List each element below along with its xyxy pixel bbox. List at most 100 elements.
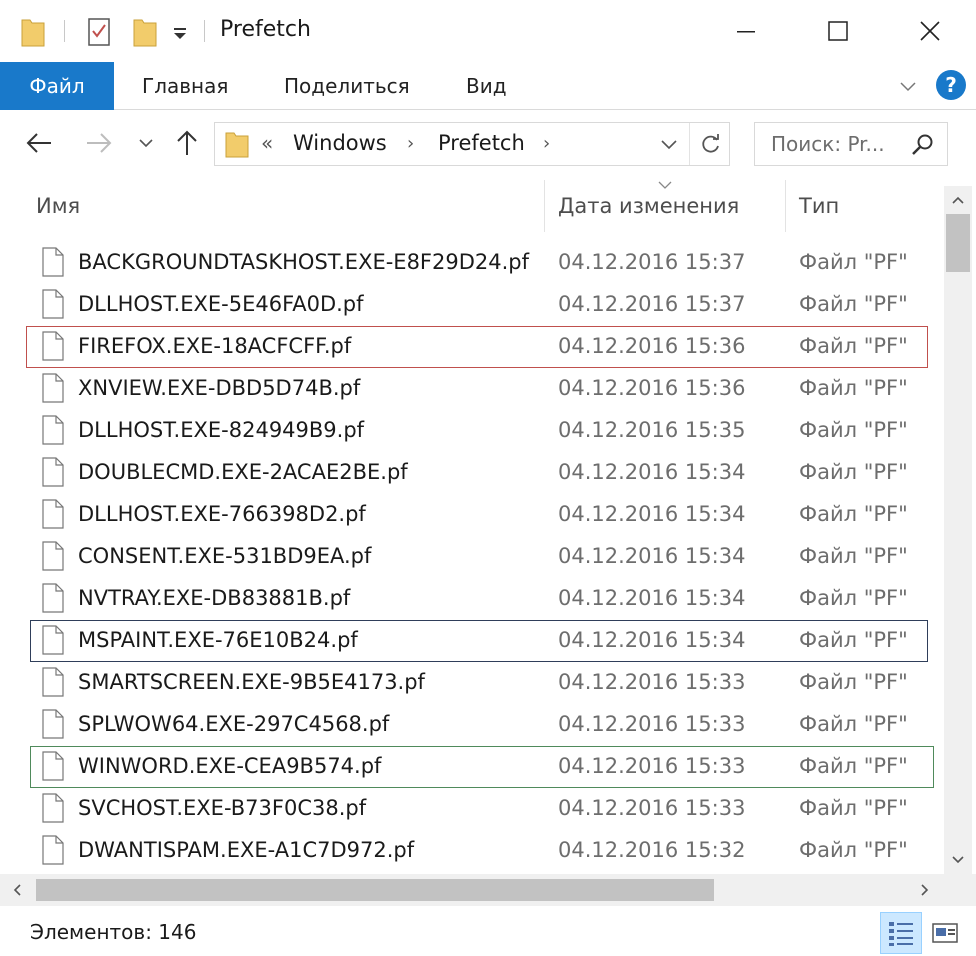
properties-icon[interactable] [86,16,112,48]
help-button[interactable]: ? [936,70,966,100]
column-header-date[interactable]: Дата изменения [558,194,739,218]
minimize-button[interactable] [700,0,792,62]
file-name[interactable]: NVTRAY.EXE-DB83881B.pf [78,586,350,610]
column-header-name[interactable]: Имя [36,194,80,218]
file-name[interactable]: SPLWOW64.EXE-297C4568.pf [78,712,389,736]
file-row[interactable]: CONSENT.EXE-531BD9EA.pf 04.12.2016 15:34 Ф… [0,536,944,578]
maximize-icon [828,21,848,41]
file-row[interactable]: DWANTISPAM.EXE-A1C7D972.pf 04.12.2016 15:… [0,830,944,872]
horizontal-scroll-thumb[interactable] [36,879,714,901]
file-name[interactable]: DOUBLECMD.EXE-2ACAE2BE.pf [78,460,408,484]
file-name[interactable]: WINWORD.EXE-CEA9B574.pf [78,754,381,778]
scroll-up-button[interactable] [944,186,972,214]
file-name[interactable]: FIREFOX.EXE-18ACFCFF.pf [78,334,351,358]
minimize-icon [737,31,755,33]
file-name[interactable]: DLLHOST.EXE-824949B9.pf [78,418,364,442]
file-row[interactable]: MSPAINT.EXE-76E10B24.pf 04.12.2016 15:34 Ф… [0,620,944,662]
file-row[interactable]: DOUBLECMD.EXE-2ACAE2BE.pf 04.12.2016 15:3… [0,452,944,494]
search-icon[interactable] [911,133,935,157]
maximize-button[interactable] [792,0,884,62]
chevron-down-icon [139,139,153,148]
file-row[interactable]: SMARTSCREEN.EXE-9B5E4173.pf 04.12.2016 15… [0,662,944,704]
file-row[interactable]: SPLWOW64.EXE-297C4568.pf 04.12.2016 15:33… [0,704,944,746]
file-row[interactable]: DLLHOST.EXE-5E46FA0D.pf 04.12.2016 15:37 Ф… [0,284,944,326]
details-view-button[interactable] [880,912,922,954]
file-row[interactable]: DLLHOST.EXE-824949B9.pf 04.12.2016 15:35 Ф… [0,410,944,452]
tab-home[interactable]: Главная [142,74,228,98]
file-type: Файл "PF" [799,460,908,484]
file-row[interactable]: NVTRAY.EXE-DB83881B.pf 04.12.2016 15:34 Фа… [0,578,944,620]
breadcrumb-prefetch[interactable]: Prefetch [438,131,525,155]
new-folder-icon[interactable] [132,16,158,48]
file-date-modified: 04.12.2016 15:34 [558,586,746,610]
chevron-left-icon [13,884,21,896]
column-header-type[interactable]: Тип [799,194,839,218]
expand-ribbon-icon[interactable] [898,76,918,96]
title-bar: Prefetch [0,0,976,62]
chevron-up-icon [952,196,964,204]
tab-view[interactable]: Вид [466,74,507,98]
file-date-modified: 04.12.2016 15:37 [558,250,746,274]
file-date-modified: 04.12.2016 15:34 [558,502,746,526]
forward-button[interactable] [82,126,116,160]
column-divider[interactable] [785,180,786,232]
file-name[interactable]: XNVIEW.EXE-DBD5D74B.pf [78,376,360,400]
customize-toolbar-icon[interactable] [170,16,190,48]
file-name[interactable]: DLLHOST.EXE-766398D2.pf [78,502,366,526]
vertical-scrollbar[interactable] [944,186,972,874]
breadcrumb-separator[interactable]: › [543,133,550,154]
address-bar[interactable]: « Windows › Prefetch › [214,122,730,166]
scroll-down-button[interactable] [944,846,972,874]
file-row[interactable]: BACKGROUNDTASKHOST.EXE-E8F29D24.pf 04.12.… [0,242,944,284]
breadcrumb-windows[interactable]: Windows [293,131,387,155]
forward-arrow-icon [87,133,112,153]
scroll-left-button[interactable] [0,874,34,906]
refresh-button[interactable] [689,123,731,165]
up-button[interactable] [170,126,204,160]
tab-file[interactable]: Файл [0,62,114,110]
file-icon [42,331,64,361]
file-date-modified: 04.12.2016 15:33 [558,712,746,736]
navigation-bar: « Windows › Prefetch › Поиск: Pr... [0,110,976,176]
file-row[interactable]: FIREFOX.EXE-18ACFCFF.pf 04.12.2016 15:36 Ф… [0,326,944,368]
details-view-icon [889,922,913,946]
breadcrumb-separator[interactable]: › [407,133,414,154]
search-input[interactable]: Поиск: Pr... [754,122,948,166]
large-icons-view-button[interactable] [924,912,966,954]
column-divider[interactable] [544,180,545,232]
chevron-down-icon [952,856,964,864]
close-button[interactable] [884,0,976,62]
address-history-dropdown[interactable] [657,132,681,156]
file-name[interactable]: SMARTSCREEN.EXE-9B5E4173.pf [78,670,425,694]
scrollbar-corner [944,874,976,906]
refresh-icon [701,134,719,153]
folder-icon[interactable] [20,16,46,48]
file-name[interactable]: BACKGROUNDTASKHOST.EXE-E8F29D24.pf [78,250,529,274]
file-icon [42,415,64,445]
horizontal-scrollbar[interactable] [0,874,944,906]
tab-share[interactable]: Поделиться [284,74,410,98]
file-name[interactable]: DLLHOST.EXE-5E46FA0D.pf [78,292,364,316]
file-name[interactable]: MSPAINT.EXE-76E10B24.pf [78,628,358,652]
file-row[interactable]: WINWORD.EXE-CEA9B574.pf 04.12.2016 15:33 Ф… [0,746,944,788]
file-icon [42,499,64,529]
overflow-crumbs[interactable]: « [261,131,273,155]
file-row[interactable]: DLLHOST.EXE-766398D2.pf 04.12.2016 15:34 Ф… [0,494,944,536]
file-type: Файл "PF" [799,544,908,568]
file-type: Файл "PF" [799,418,908,442]
file-date-modified: 04.12.2016 15:34 [558,628,746,652]
file-name[interactable]: SVCHOST.EXE-B73F0C38.pf [78,796,366,820]
scroll-right-button[interactable] [908,874,942,906]
back-button[interactable] [22,126,56,160]
file-row[interactable]: SVCHOST.EXE-B73F0C38.pf 04.12.2016 15:33 Ф… [0,788,944,830]
vertical-scroll-thumb[interactable] [946,214,970,272]
file-type: Файл "PF" [799,250,908,274]
file-name[interactable]: CONSENT.EXE-531BD9EA.pf [78,544,371,568]
file-name[interactable]: DWANTISPAM.EXE-A1C7D972.pf [78,838,414,862]
recent-locations-button[interactable] [132,126,160,160]
file-type: Файл "PF" [799,628,908,652]
file-row[interactable]: XNVIEW.EXE-DBD5D74B.pf 04.12.2016 15:36 Фа… [0,368,944,410]
window-title: Prefetch [220,17,311,42]
file-date-modified: 04.12.2016 15:36 [558,376,746,400]
search-placeholder: Поиск: Pr... [771,132,885,156]
